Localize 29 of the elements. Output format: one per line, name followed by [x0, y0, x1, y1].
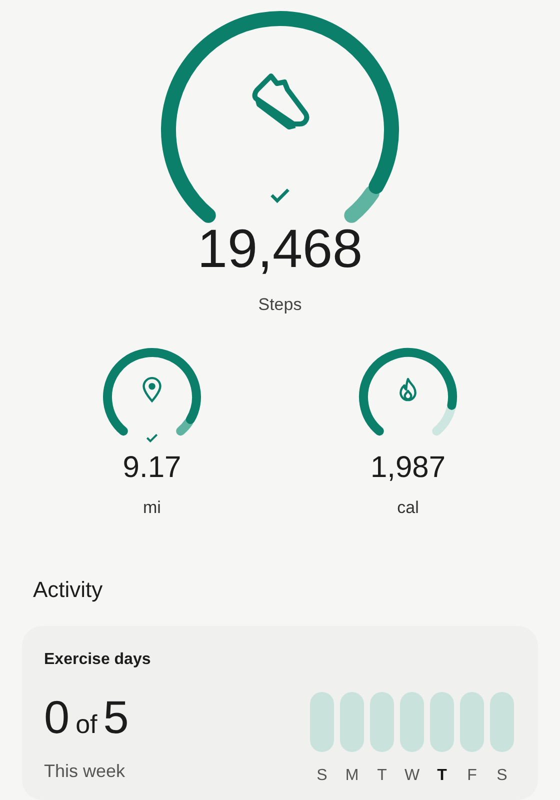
day-label: S — [496, 766, 508, 786]
day-label: T — [377, 766, 387, 786]
exercise-days-card[interactable]: Exercise days 0 of 5 This week S M T W T F S — [22, 626, 538, 800]
metric-unit: mi — [143, 497, 161, 520]
day-bar — [430, 692, 454, 752]
day-bar — [310, 692, 334, 752]
day-bar — [490, 692, 514, 752]
steps-label: Steps — [258, 294, 302, 316]
day-label: M — [345, 766, 359, 786]
day-bar — [460, 692, 484, 752]
card-title: Exercise days — [44, 650, 151, 670]
exercise-goal: 5 — [103, 694, 129, 740]
day-bar — [370, 692, 394, 752]
metric-value: 1,987 — [370, 453, 446, 484]
day-bar — [400, 692, 424, 752]
of-label: of — [76, 710, 98, 737]
period-label: This week — [44, 760, 126, 783]
metric-unit: cal — [397, 497, 419, 520]
day-label: W — [404, 766, 420, 786]
day-label: T — [437, 766, 447, 786]
day-bar — [340, 692, 364, 752]
location-pin-icon — [141, 377, 163, 404]
day-label: S — [316, 766, 328, 786]
metric-value: 9.17 — [122, 453, 182, 484]
exercise-count: 0 — [44, 694, 70, 740]
steps-count: 19,468 — [197, 222, 363, 276]
flame-icon — [397, 377, 419, 404]
day-label: F — [467, 766, 477, 786]
section-title: Activity — [33, 576, 104, 604]
